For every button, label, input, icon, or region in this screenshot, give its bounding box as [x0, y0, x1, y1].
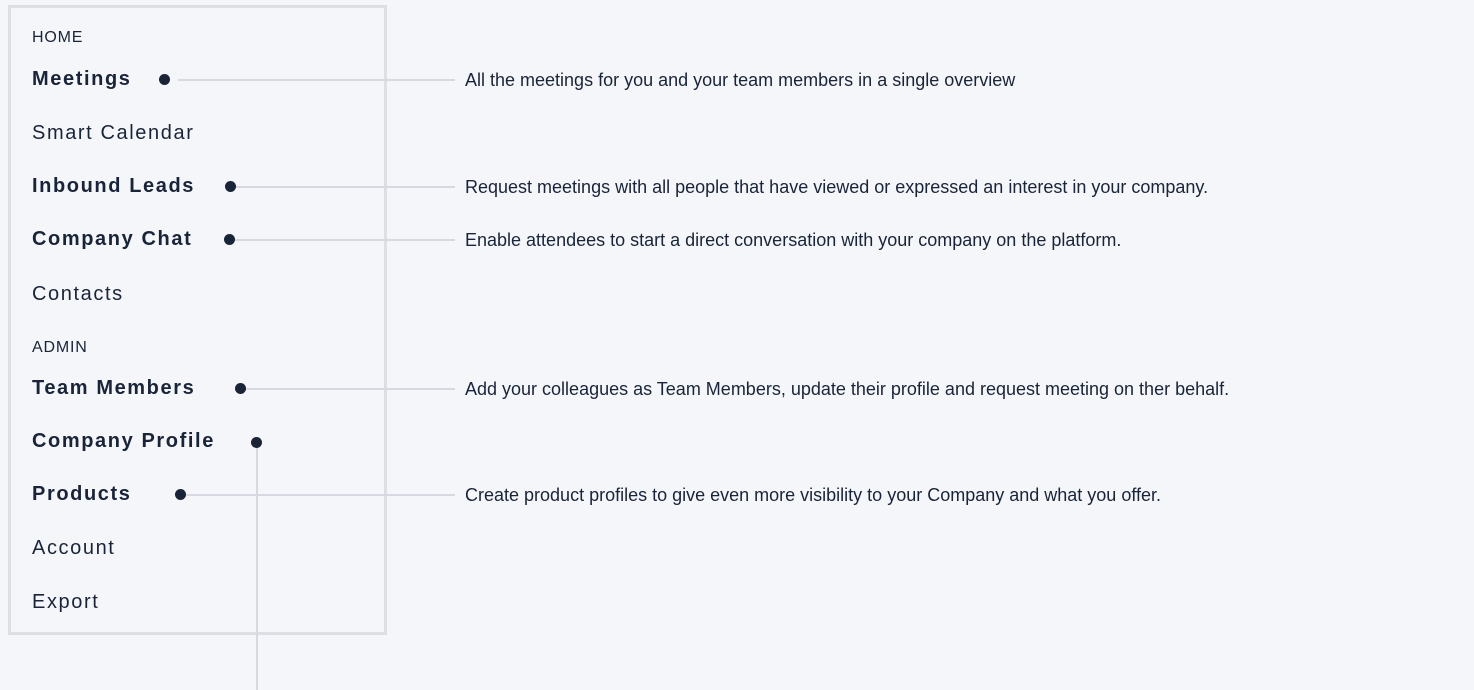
callout-text-team-members: Add your colleagues as Team Members, upd… [465, 379, 1230, 399]
callout-line-meetings [178, 79, 455, 81]
callout-dot-inbound-leads [225, 181, 236, 192]
sidebar-item-inbound-leads[interactable]: Inbound Leads [32, 173, 195, 199]
sidebar-item-meetings[interactable]: Meetings [32, 66, 131, 92]
callout-line-company-chat [235, 239, 455, 241]
section-heading-home: HOME [32, 29, 84, 46]
callout-dot-team-members [235, 383, 246, 394]
sidebar-item-contacts[interactable]: Contacts [32, 281, 124, 307]
sidebar-item-company-chat[interactable]: Company Chat [32, 226, 192, 252]
callout-text-company-chat: Enable attendees to start a direct conve… [465, 230, 1122, 250]
callout-line-inbound-leads [235, 186, 455, 188]
callout-line-products [186, 494, 455, 496]
callout-dot-meetings [159, 74, 170, 85]
callout-text-inbound-leads: Request meetings with all people that ha… [465, 177, 1209, 197]
callout-dot-company-chat [224, 234, 235, 245]
sidebar-item-export[interactable]: Export [32, 589, 99, 615]
sidebar-item-products[interactable]: Products [32, 481, 131, 507]
callout-text-products: Create product profiles to give even mor… [465, 485, 1162, 505]
callout-line-team-members [246, 388, 455, 390]
sidebar-item-team-members[interactable]: Team Members [32, 375, 195, 401]
callout-line-company-profile [256, 446, 258, 690]
sidebar-item-account[interactable]: Account [32, 535, 115, 561]
callout-dot-products [175, 489, 186, 500]
callout-dot-company-profile [251, 437, 262, 448]
section-heading-admin: ADMIN [32, 339, 88, 356]
sidebar-item-company-profile[interactable]: Company Profile [32, 428, 215, 454]
callout-text-meetings: All the meetings for you and your team m… [465, 70, 1016, 90]
sidebar-item-smart-calendar[interactable]: Smart Calendar [32, 120, 194, 146]
